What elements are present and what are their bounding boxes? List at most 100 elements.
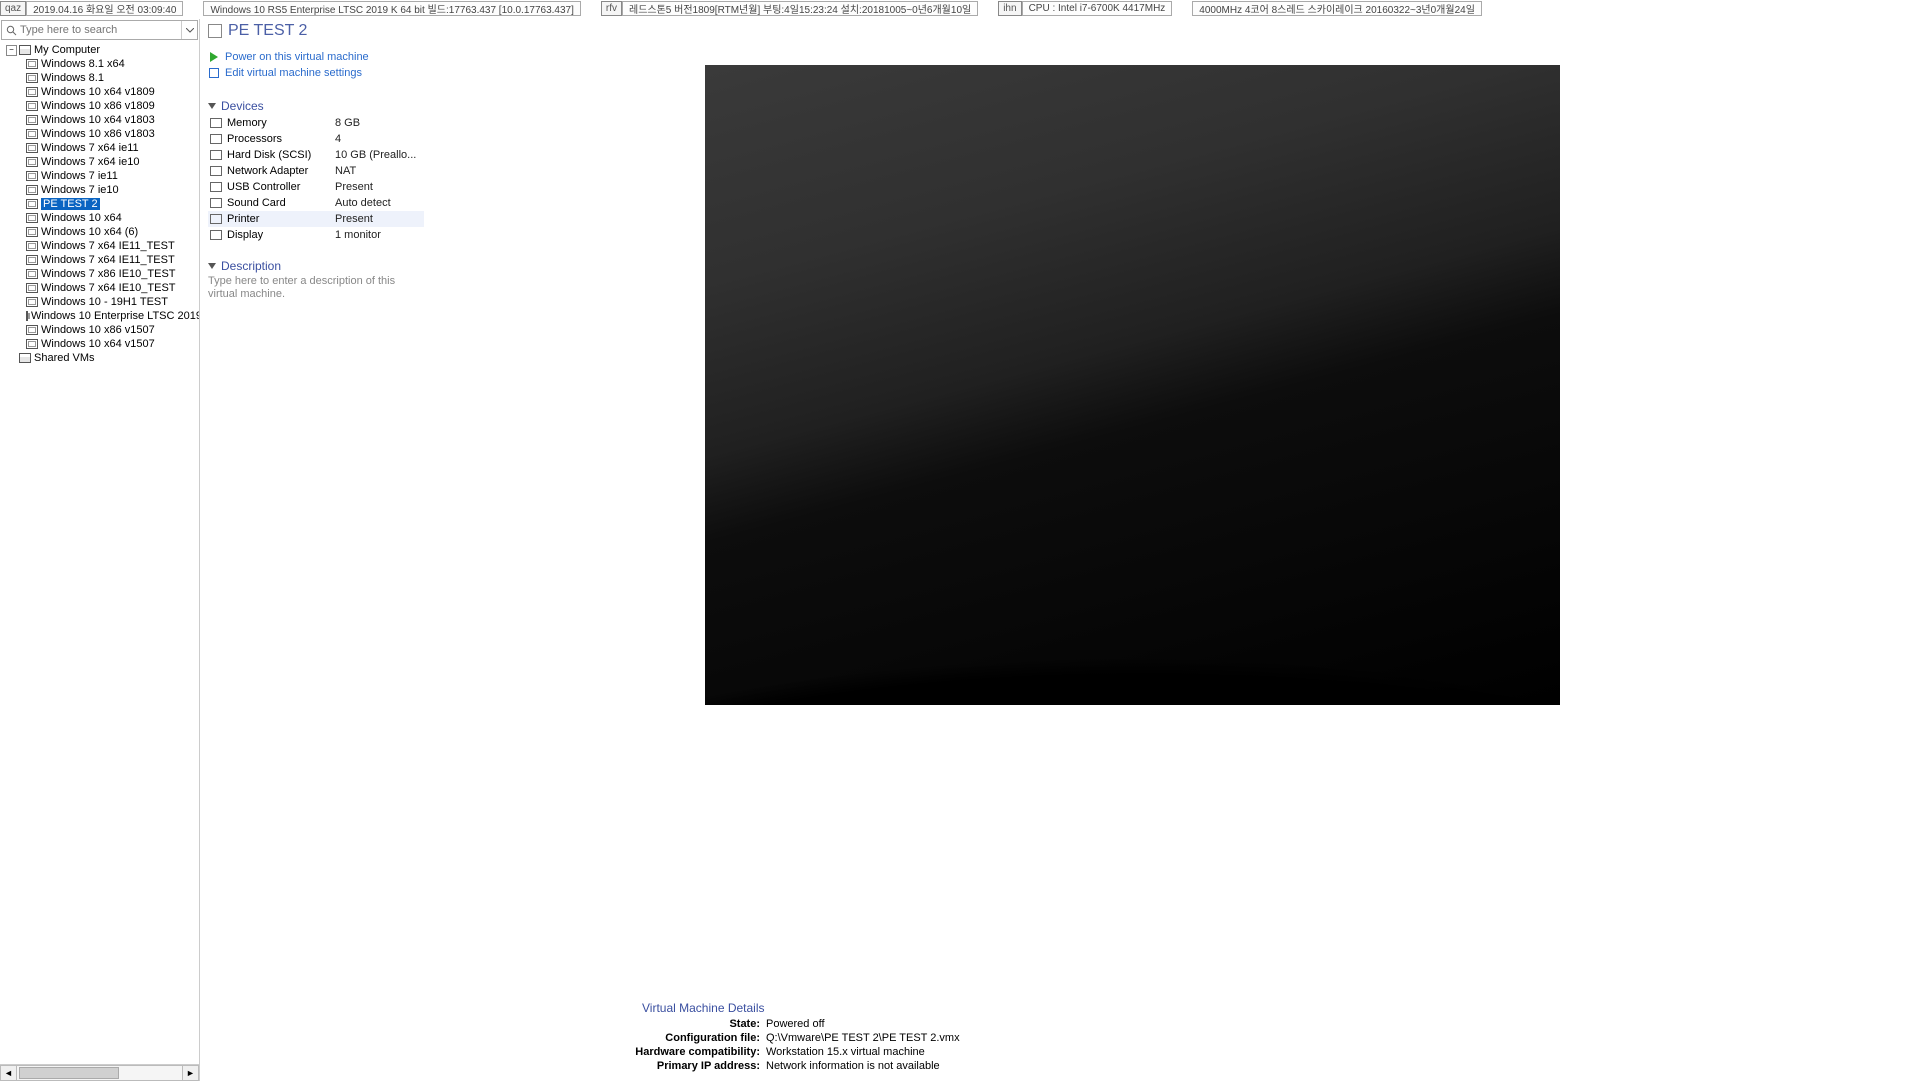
edit-settings-label: Edit virtual machine settings [225, 67, 362, 79]
power-on-link[interactable]: Power on this virtual machine [208, 49, 424, 65]
vm-tree-item[interactable]: Windows 10 x64 v1803 [24, 113, 199, 127]
library-sidebar: − My Computer Windows 8.1 x64 Windows 8.1… [0, 19, 200, 1081]
vm-icon [26, 171, 38, 181]
vm-tree-item-label: Windows 10 x86 v1507 [41, 324, 155, 336]
collapse-icon[interactable]: − [6, 45, 17, 56]
caret-down-icon [208, 263, 216, 269]
vm-tree-item-label: Windows 10 x64 v1803 [41, 114, 155, 126]
tree-root-my-computer[interactable]: − My Computer [4, 43, 199, 57]
device-row[interactable]: PrinterPresent [208, 211, 424, 227]
device-row[interactable]: Network AdapterNAT [208, 163, 424, 179]
sidebar-horizontal-scrollbar[interactable]: ◄ ► [0, 1064, 199, 1081]
device-row[interactable]: Memory8 GB [208, 115, 424, 131]
search-row [1, 20, 198, 40]
vm-summary-panel: Power on this virtual machine Edit virtu… [208, 49, 424, 301]
scroll-thumb[interactable] [19, 1067, 119, 1079]
device-row[interactable]: USB ControllerPresent [208, 179, 424, 195]
device-icon [210, 150, 222, 160]
devices-section-header[interactable]: Devices [208, 99, 424, 113]
vm-tree-item[interactable]: Windows 10 x86 v1809 [24, 99, 199, 113]
vm-icon [26, 325, 38, 335]
info-cell-label: rfv [601, 1, 622, 16]
shared-icon [19, 353, 31, 363]
power-on-label: Power on this virtual machine [225, 51, 369, 63]
device-name: Sound Card [227, 197, 335, 209]
tree-root-shared-vms[interactable]: Shared VMs [4, 351, 199, 365]
vm-tree-item-label: Windows 10 - 19H1 TEST [41, 296, 168, 308]
vm-tree-item[interactable]: Windows 7 x64 IE10_TEST [24, 281, 199, 295]
scroll-left-button[interactable]: ◄ [0, 1065, 17, 1081]
info-cell-label: qaz [0, 1, 26, 16]
device-icon [210, 134, 222, 144]
detail-value: Powered off [766, 1018, 825, 1032]
vm-tree-item[interactable]: Windows 10 x64 [24, 211, 199, 225]
vm-tree-item-label: Windows 7 x64 ie11 [41, 142, 139, 154]
device-icon [210, 166, 222, 176]
vm-icon [26, 73, 38, 83]
vm-tree-item-label: Windows 10 Enterprise LTSC 2019 [31, 310, 199, 322]
vm-tree-item[interactable]: Windows 8.1 [24, 71, 199, 85]
vm-tab-title[interactable]: PE TEST 2 [208, 19, 1920, 43]
vm-tree-item[interactable]: Windows 10 Enterprise LTSC 2019 [24, 309, 199, 323]
detail-key: Configuration file: [426, 1032, 766, 1046]
vm-tree-item[interactable]: Windows 10 x86 v1507 [24, 323, 199, 337]
vm-tree-item[interactable]: Windows 7 x64 IE11_TEST [24, 253, 199, 267]
vm-icon [26, 241, 38, 251]
device-row[interactable]: Processors4 [208, 131, 424, 147]
vm-detail-pane: PE TEST 2 Power on this virtual machine … [200, 19, 1920, 1081]
computer-icon [19, 45, 31, 55]
settings-icon [208, 67, 220, 79]
vm-tree-item-label: Windows 8.1 x64 [41, 58, 125, 70]
device-row[interactable]: Sound CardAuto detect [208, 195, 424, 211]
device-name: Hard Disk (SCSI) [227, 149, 335, 161]
search-input[interactable] [20, 21, 181, 39]
device-row[interactable]: Hard Disk (SCSI)10 GB (Preallo... [208, 147, 424, 163]
vm-tree-item[interactable]: Windows 7 ie11 [24, 169, 199, 183]
scroll-right-button[interactable]: ► [182, 1065, 199, 1081]
vm-title-text: PE TEST 2 [228, 22, 307, 40]
vm-screen-preview[interactable] [705, 65, 1560, 705]
description-placeholder[interactable]: Type here to enter a description of this… [208, 275, 408, 301]
vm-tree-item[interactable]: Windows 10 x64 v1809 [24, 85, 199, 99]
vm-tree-item[interactable]: Windows 8.1 x64 [24, 57, 199, 71]
search-dropdown-button[interactable] [181, 21, 197, 39]
vm-tree-item-label: Windows 8.1 [41, 72, 104, 84]
vm-tree-item-label: Windows 10 x64 (6) [41, 226, 138, 238]
device-value: 4 [335, 133, 341, 145]
vm-tree-item-label: Windows 7 x64 IE11_TEST [41, 254, 175, 266]
edit-settings-link[interactable]: Edit virtual machine settings [208, 65, 424, 81]
info-cell-value: 레드스톤5 버전1809[RTM년월] 부팅:4일15:23:24 설치:201… [622, 1, 978, 16]
device-value: Auto detect [335, 197, 391, 209]
vm-icon [26, 115, 38, 125]
device-row[interactable]: Display1 monitor [208, 227, 424, 243]
vm-tree-item[interactable]: Windows 7 x64 ie11 [24, 141, 199, 155]
desktop-info-bar: qaz 2019.04.16 화요일 오전 03:09:40 Windows 1… [0, 1, 1920, 16]
detail-key: State: [426, 1018, 766, 1032]
devices-table: Memory8 GBProcessors4Hard Disk (SCSI)10 … [208, 115, 424, 243]
vm-tree-item[interactable]: Windows 7 x64 IE11_TEST [24, 239, 199, 253]
info-cell-label: ihn [998, 1, 1021, 16]
vm-tree-item[interactable]: Windows 7 x64 ie10 [24, 155, 199, 169]
vm-icon [26, 87, 38, 97]
vm-icon [26, 129, 38, 139]
vm-preview-area [500, 65, 1910, 710]
vm-icon [26, 143, 38, 153]
scroll-track[interactable] [17, 1065, 182, 1081]
vm-tree-item[interactable]: Windows 7 ie10 [24, 183, 199, 197]
vm-tree-item[interactable]: Windows 10 - 19H1 TEST [24, 295, 199, 309]
vm-tree-item[interactable]: Windows 10 x64 v1507 [24, 337, 199, 351]
vm-details-header[interactable]: Virtual Machine Details [642, 1001, 1920, 1015]
vm-tree-item[interactable]: Windows 10 x64 (6) [24, 225, 199, 239]
tree-label: My Computer [34, 44, 100, 56]
vm-tree-item[interactable]: PE TEST 2 [24, 197, 199, 211]
description-section-header[interactable]: Description [208, 259, 424, 273]
search-icon [2, 21, 20, 39]
vm-tree-item[interactable]: Windows 7 x86 IE10_TEST [24, 267, 199, 281]
vm-tree-item[interactable]: Windows 10 x86 v1803 [24, 127, 199, 141]
vm-icon [26, 59, 38, 69]
vm-icon [26, 297, 38, 307]
vm-tree-item-label: Windows 10 x64 [41, 212, 122, 224]
vm-tree-item-label: Windows 7 ie11 [41, 170, 118, 182]
play-icon [208, 51, 220, 63]
vm-icon [26, 185, 38, 195]
